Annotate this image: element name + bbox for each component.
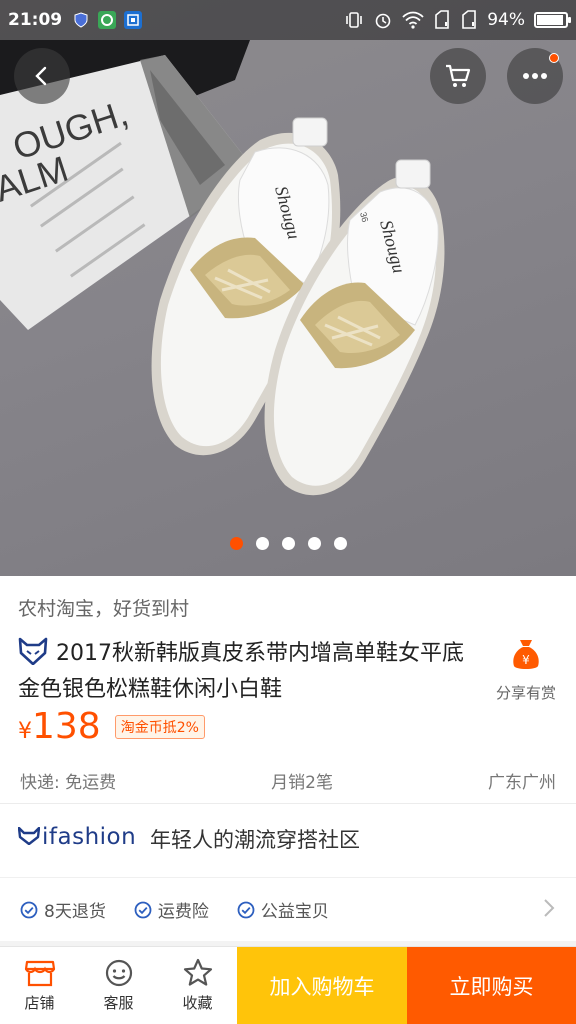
wifi-icon (402, 11, 424, 29)
carousel-dot[interactable] (229, 537, 243, 550)
shipping-fee: 快递: 免运费 (20, 773, 117, 793)
smiley-chat-icon (105, 959, 132, 987)
cart-button[interactable] (430, 48, 486, 104)
service-item: 运费险 (134, 897, 209, 922)
star-icon (183, 958, 212, 986)
service-label: 公益宝贝 (260, 902, 329, 922)
service-item: 公益宝贝 (237, 897, 329, 922)
share-reward-label: 分享有赏 (495, 684, 556, 702)
check-circle-icon (134, 901, 152, 918)
rural-taobao-slogan: 农村淘宝，好货到村 (18, 598, 190, 620)
ifashion-tagline: 年轻人的潮流穿搭社区 (150, 828, 360, 852)
shield-icon (72, 11, 90, 29)
ship-location: 广东广州 (488, 773, 556, 793)
service-guarantees[interactable]: 8天退货 运费险 公益宝贝 (0, 877, 576, 941)
status-bar: 21:09 94% (0, 0, 576, 40)
product-photo: OUGH, ALM Shougu Shougu 36 (0, 40, 445, 496)
bottom-action-bar: 店铺 客服 收藏 加入购物车 立即购买 (0, 946, 576, 1024)
favorite-button[interactable]: 收藏 (158, 947, 237, 1024)
store-label: 店铺 (24, 994, 55, 1012)
battery-percent: 94% (487, 10, 525, 30)
scan-icon (124, 11, 143, 29)
service-label: 8天退货 (44, 902, 106, 922)
price-row: ¥ 138 淘金币抵2% (18, 706, 205, 747)
add-to-cart-button[interactable]: 加入购物车 (237, 947, 407, 1024)
currency-symbol: ¥ (18, 719, 32, 744)
ifashion-fox-icon (18, 637, 48, 665)
svg-text:¥: ¥ (522, 653, 530, 667)
carousel-dot[interactable] (281, 537, 295, 550)
chevron-left-icon (35, 66, 47, 86)
product-image-carousel[interactable]: OUGH, ALM Shougu Shougu 36 (0, 0, 576, 576)
product-title: 2017秋新韩版真皮系带内增高单鞋女平底金色银色松糕鞋休闲小白鞋 (18, 636, 478, 708)
taojinbi-badge: 淘金币抵2% (114, 715, 205, 739)
vibrate-icon (346, 12, 363, 28)
check-circle-icon (20, 901, 38, 918)
battery-icon (534, 12, 571, 28)
signal-icon-2 (462, 10, 477, 29)
money-bag-icon: ¥ (513, 640, 539, 669)
service-item: 8天退货 (20, 897, 106, 922)
signal-icon-1 (435, 10, 450, 29)
monthly-sales: 月销2笔 (271, 773, 333, 793)
ifashion-logo-mark (18, 827, 40, 845)
carousel-dot[interactable] (307, 537, 321, 550)
carousel-indicator (0, 537, 576, 550)
ifashion-logo-text: ifashion (42, 824, 137, 850)
customer-service-button[interactable]: 客服 (79, 947, 158, 1024)
more-button[interactable] (507, 48, 563, 104)
ifashion-banner[interactable]: ifashion 年轻人的潮流穿搭社区 (0, 803, 576, 877)
product-title-row: 2017秋新韩版真皮系带内增高单鞋女平底金色银色松糕鞋休闲小白鞋 (18, 636, 478, 708)
ifashion-logo: ifashion (18, 824, 136, 850)
carousel-dot[interactable] (333, 537, 347, 550)
buy-now-button[interactable]: 立即购买 (407, 947, 576, 1024)
product-detail-page: OUGH, ALM Shougu Shougu 36 21:09 94% 农村淘… (0, 0, 576, 1024)
notification-dot (549, 53, 559, 63)
product-title-text: 2017秋新韩版真皮系带内增高单鞋女平底金色银色松糕鞋休闲小白鞋 (18, 641, 464, 702)
service-label: 运费险 (157, 902, 209, 922)
favorite-label: 收藏 (182, 994, 213, 1012)
store-button[interactable]: 店铺 (0, 947, 79, 1024)
cart-icon (446, 64, 471, 87)
product-info: 农村淘宝，好货到村 2017秋新韩版真皮系带内增高单鞋女平底金色银色松糕鞋休闲小… (0, 576, 576, 803)
more-dots-icon (523, 73, 547, 79)
share-reward-button[interactable]: ¥ 分享有赏 (488, 636, 564, 703)
chevron-right-icon (544, 899, 555, 917)
carousel-dot[interactable] (255, 537, 269, 550)
store-icon (24, 960, 55, 987)
back-button[interactable] (14, 48, 70, 104)
status-time: 21:09 (8, 10, 63, 30)
alarm-icon (375, 13, 391, 29)
shipping-row: 快递: 免运费 月销2笔 广东广州 (20, 768, 556, 793)
customer-service-label: 客服 (103, 994, 134, 1012)
check-circle-icon (237, 901, 255, 918)
product-price: 138 (32, 706, 101, 747)
app-notification-icon (98, 11, 117, 29)
